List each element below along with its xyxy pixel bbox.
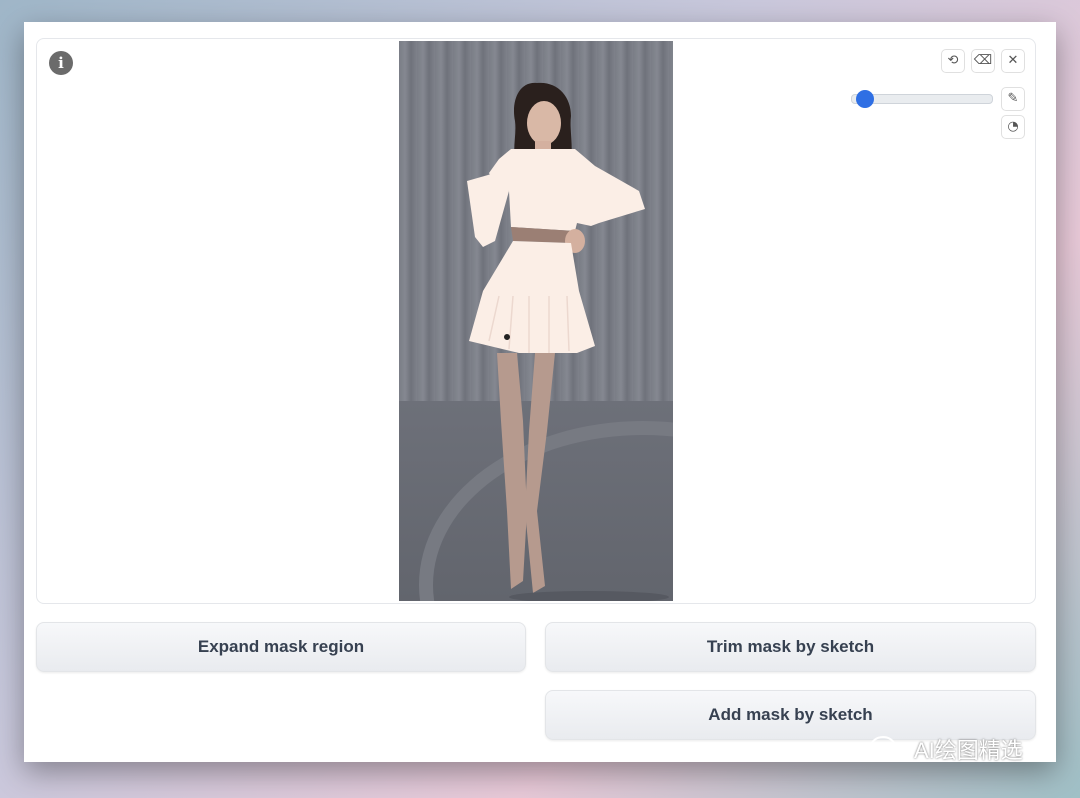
brush-size-slider[interactable] xyxy=(851,90,993,108)
wechat-icon xyxy=(870,736,905,762)
expand-mask-button[interactable]: Expand mask region xyxy=(36,622,526,672)
slider-thumb[interactable] xyxy=(855,90,874,108)
watermark: AI绘图精选 xyxy=(868,733,1023,765)
watermark-text: AI绘图精选 xyxy=(914,738,1023,763)
image-mask-editor[interactable]: i ⟲ ⌫ ✕ ✎ ◔ xyxy=(36,38,1036,604)
brush-size-row: ✎ xyxy=(851,87,1025,111)
editor-toolbar: ⟲ ⌫ ✕ xyxy=(941,49,1025,73)
brush-icon[interactable]: ✎ xyxy=(1001,87,1025,111)
trim-mask-button[interactable]: Trim mask by sketch xyxy=(545,622,1036,672)
close-icon[interactable]: ✕ xyxy=(1001,49,1025,73)
model-figure xyxy=(467,82,669,601)
app-card: i ⟲ ⌫ ✕ ✎ ◔ Expand mask region Trim mask… xyxy=(24,22,1056,762)
image-canvas[interactable] xyxy=(399,41,673,601)
palette-icon[interactable]: ◔ xyxy=(1001,115,1025,139)
undo-icon[interactable]: ⟲ xyxy=(941,49,965,73)
eraser-icon[interactable]: ⌫ xyxy=(971,49,995,73)
info-icon[interactable]: i xyxy=(49,51,73,75)
